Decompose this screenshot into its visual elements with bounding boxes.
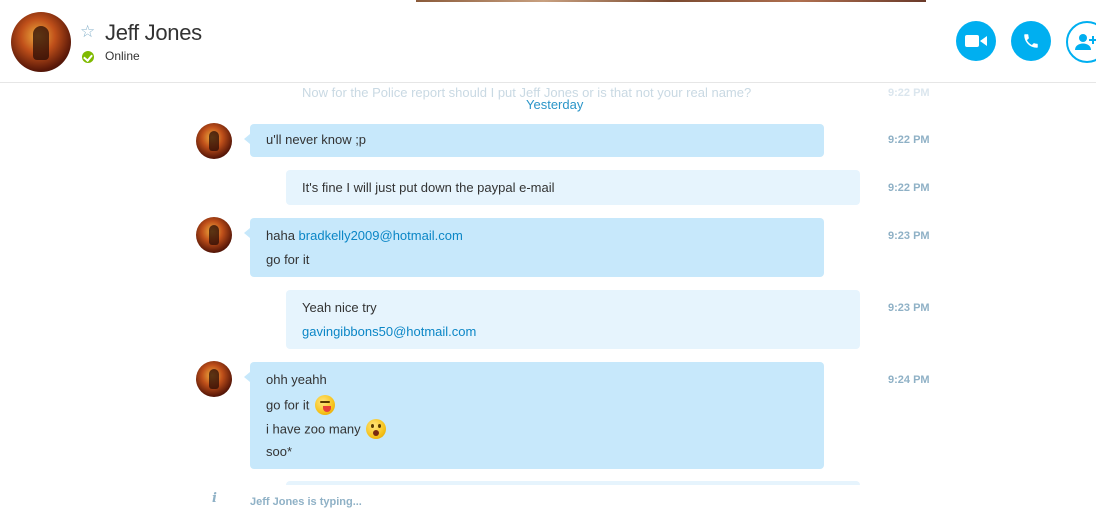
favorite-star-icon[interactable]: ☆ bbox=[80, 23, 95, 40]
outgoing-message-partial[interactable] bbox=[286, 481, 860, 485]
audio-call-button[interactable] bbox=[1011, 21, 1051, 61]
add-people-button[interactable] bbox=[1066, 21, 1096, 63]
conversation-header: ☆ Jeff Jones Online bbox=[0, 0, 1096, 83]
message-time: 9:23 PM bbox=[888, 302, 930, 314]
day-separator: Yesterday bbox=[526, 97, 584, 112]
outgoing-message[interactable]: Yeah nice try gavingibbons50@hotmail.com bbox=[286, 290, 860, 349]
typing-info-icon: i bbox=[212, 491, 217, 506]
incoming-message[interactable]: haha bradkelly2009@hotmail.com go for it bbox=[244, 218, 824, 277]
sender-avatar[interactable] bbox=[196, 361, 232, 397]
sender-avatar[interactable] bbox=[196, 217, 232, 253]
contact-name[interactable]: Jeff Jones bbox=[105, 20, 202, 46]
incoming-message[interactable]: u'll never know ;p bbox=[244, 124, 824, 157]
email-link[interactable]: gavingibbons50@hotmail.com bbox=[302, 324, 476, 339]
message-time: 9:24 PM bbox=[888, 374, 930, 386]
message-text: go for it bbox=[266, 397, 310, 413]
message-time: 9:23 PM bbox=[888, 230, 930, 242]
phone-icon bbox=[1024, 34, 1038, 48]
message-text-line: go for it bbox=[266, 395, 335, 416]
message-text: Yeah nice try bbox=[302, 300, 377, 315]
faded-previous-time: 9:22 PM bbox=[888, 87, 930, 99]
message-time: 9:22 PM bbox=[888, 182, 930, 194]
online-status-icon bbox=[82, 51, 94, 63]
video-call-button[interactable] bbox=[956, 21, 996, 61]
tongue-emoticon-icon bbox=[314, 395, 335, 415]
email-link[interactable]: bradkelly2009@hotmail.com bbox=[299, 228, 463, 243]
message-history[interactable]: Now for the Police report should I put J… bbox=[0, 83, 1096, 508]
incoming-message[interactable]: ohh yeahh go for it i have zoo many soo* bbox=[244, 362, 824, 469]
contact-avatar[interactable] bbox=[11, 12, 71, 72]
message-time: 9:22 PM bbox=[888, 134, 930, 146]
message-text: u'll never know ;p bbox=[266, 132, 367, 147]
header-banner-strip bbox=[416, 0, 926, 2]
message-text: go for it bbox=[266, 252, 310, 267]
message-text-line: i have zoo many bbox=[266, 419, 387, 440]
message-text: i have zoo many bbox=[266, 421, 361, 437]
presence-status: Online bbox=[105, 49, 140, 63]
message-text-line: haha bradkelly2009@hotmail.com bbox=[266, 228, 463, 243]
add-person-icon bbox=[1075, 34, 1096, 50]
typing-indicator: Jeff Jones is typing... bbox=[250, 496, 362, 508]
shocked-emoticon-icon bbox=[366, 419, 387, 439]
message-text-prefix: haha bbox=[266, 228, 299, 243]
sender-avatar[interactable] bbox=[196, 123, 232, 159]
video-camera-icon bbox=[965, 35, 987, 47]
message-text: It's fine I will just put down the paypa… bbox=[302, 180, 555, 195]
message-text: ohh yeahh bbox=[266, 372, 327, 387]
message-text: soo* bbox=[266, 444, 293, 459]
outgoing-message[interactable]: It's fine I will just put down the paypa… bbox=[286, 170, 860, 205]
